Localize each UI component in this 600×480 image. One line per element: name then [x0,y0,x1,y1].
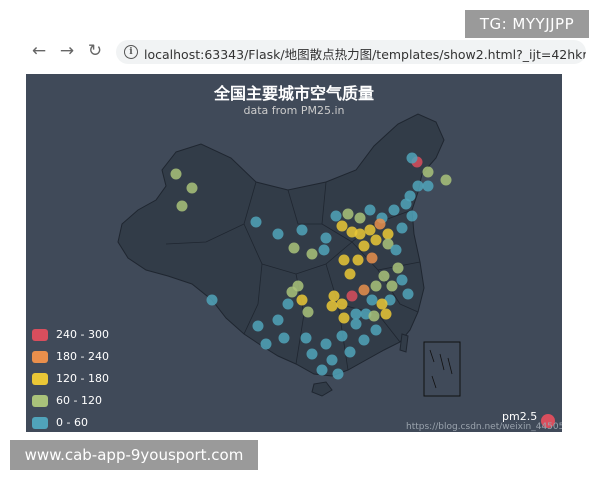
city-point[interactable] [320,338,332,350]
info-icon[interactable]: i [124,45,138,59]
legend-label: 0 - 60 [56,416,88,429]
city-point[interactable] [388,204,400,216]
city-point[interactable] [316,364,328,376]
city-point[interactable] [392,262,404,274]
city-point[interactable] [272,314,284,326]
city-point[interactable] [252,320,264,332]
city-point[interactable] [358,284,370,296]
city-point[interactable] [336,220,348,232]
city-point[interactable] [350,318,362,330]
legend-label: 240 - 300 [56,328,109,341]
city-point[interactable] [260,338,272,350]
city-point[interactable] [338,312,350,324]
city-point[interactable] [358,334,370,346]
city-point[interactable] [368,310,380,322]
city-point[interactable] [296,294,308,306]
city-point[interactable] [400,198,412,210]
city-point[interactable] [350,308,362,320]
city-point[interactable] [282,298,294,310]
city-point[interactable] [352,254,364,266]
city-point[interactable] [346,290,358,302]
city-point[interactable] [386,280,398,292]
city-point[interactable] [206,294,218,306]
tg-watermark-badge: TG: MYYJJPP [465,10,589,38]
city-point[interactable] [336,330,348,342]
legend-swatch [32,395,48,407]
city-point[interactable] [326,354,338,366]
legend-label: 120 - 180 [56,372,109,385]
city-point[interactable] [364,204,376,216]
city-point[interactable] [402,288,414,300]
city-point[interactable] [292,280,304,292]
city-point[interactable] [406,152,418,164]
site-watermark-badge: www.cab-app-9yousport.com [10,440,258,470]
reload-icon[interactable]: ↻ [84,40,106,62]
city-point[interactable] [326,300,338,312]
city-point[interactable] [338,254,350,266]
legend-swatch [32,373,48,385]
legend-label: 60 - 120 [56,394,102,407]
city-point[interactable] [382,228,394,240]
csdn-watermark: https://blog.csdn.net/weixin_44505 [406,422,562,432]
city-point[interactable] [380,308,392,320]
city-point[interactable] [272,228,284,240]
legend-swatch [32,417,48,429]
city-point[interactable] [374,218,386,230]
city-point[interactable] [302,306,314,318]
browser-toolbar: ← → ↻ i localhost:63343/Flask/地图散点热力图/te… [0,38,600,66]
city-point[interactable] [364,224,376,236]
city-point[interactable] [396,274,408,286]
city-point[interactable] [306,348,318,360]
city-point[interactable] [396,222,408,234]
city-point[interactable] [176,200,188,212]
city-point[interactable] [306,248,318,260]
city-point[interactable] [320,232,332,244]
city-point[interactable] [288,242,300,254]
city-point[interactable] [354,228,366,240]
city-point[interactable] [366,252,378,264]
legend-swatch [32,329,48,341]
city-point[interactable] [390,244,402,256]
city-point[interactable] [378,270,390,282]
city-point[interactable] [358,240,370,252]
address-bar[interactable]: i localhost:63343/Flask/地图散点热力图/template… [116,40,586,64]
map-chart: 全国主要城市空气质量 data from PM25.in 240 - 300 1… [26,74,562,432]
city-point[interactable] [422,180,434,192]
city-point[interactable] [332,368,344,380]
city-point[interactable] [344,268,356,280]
legend-swatch [32,351,48,363]
city-point[interactable] [278,332,290,344]
legend-label: 180 - 240 [56,350,109,363]
city-point[interactable] [376,298,388,310]
city-point[interactable] [330,210,342,222]
map-title: 全国主要城市空气质量 [213,84,374,103]
city-point[interactable] [318,244,330,256]
city-point[interactable] [170,168,182,180]
city-point[interactable] [300,332,312,344]
south-china-sea-inset [423,341,461,397]
city-point[interactable] [296,224,308,236]
city-point[interactable] [370,234,382,246]
city-point[interactable] [422,166,434,178]
map-subtitle: data from PM25.in [243,104,345,117]
forward-arrow-icon[interactable]: → [56,40,78,62]
city-point[interactable] [440,174,452,186]
city-point[interactable] [412,180,424,192]
city-point[interactable] [406,210,418,222]
city-point[interactable] [250,216,262,228]
back-arrow-icon[interactable]: ← [28,40,50,62]
city-point[interactable] [354,212,366,224]
city-point[interactable] [186,182,198,194]
city-point[interactable] [370,324,382,336]
city-point[interactable] [328,290,340,302]
url-text: localhost:63343/Flask/地图散点热力图/templates/… [144,47,586,62]
city-point[interactable] [336,298,348,310]
city-point[interactable] [342,208,354,220]
city-point[interactable] [344,346,356,358]
city-point[interactable] [370,280,382,292]
city-point[interactable] [366,294,378,306]
